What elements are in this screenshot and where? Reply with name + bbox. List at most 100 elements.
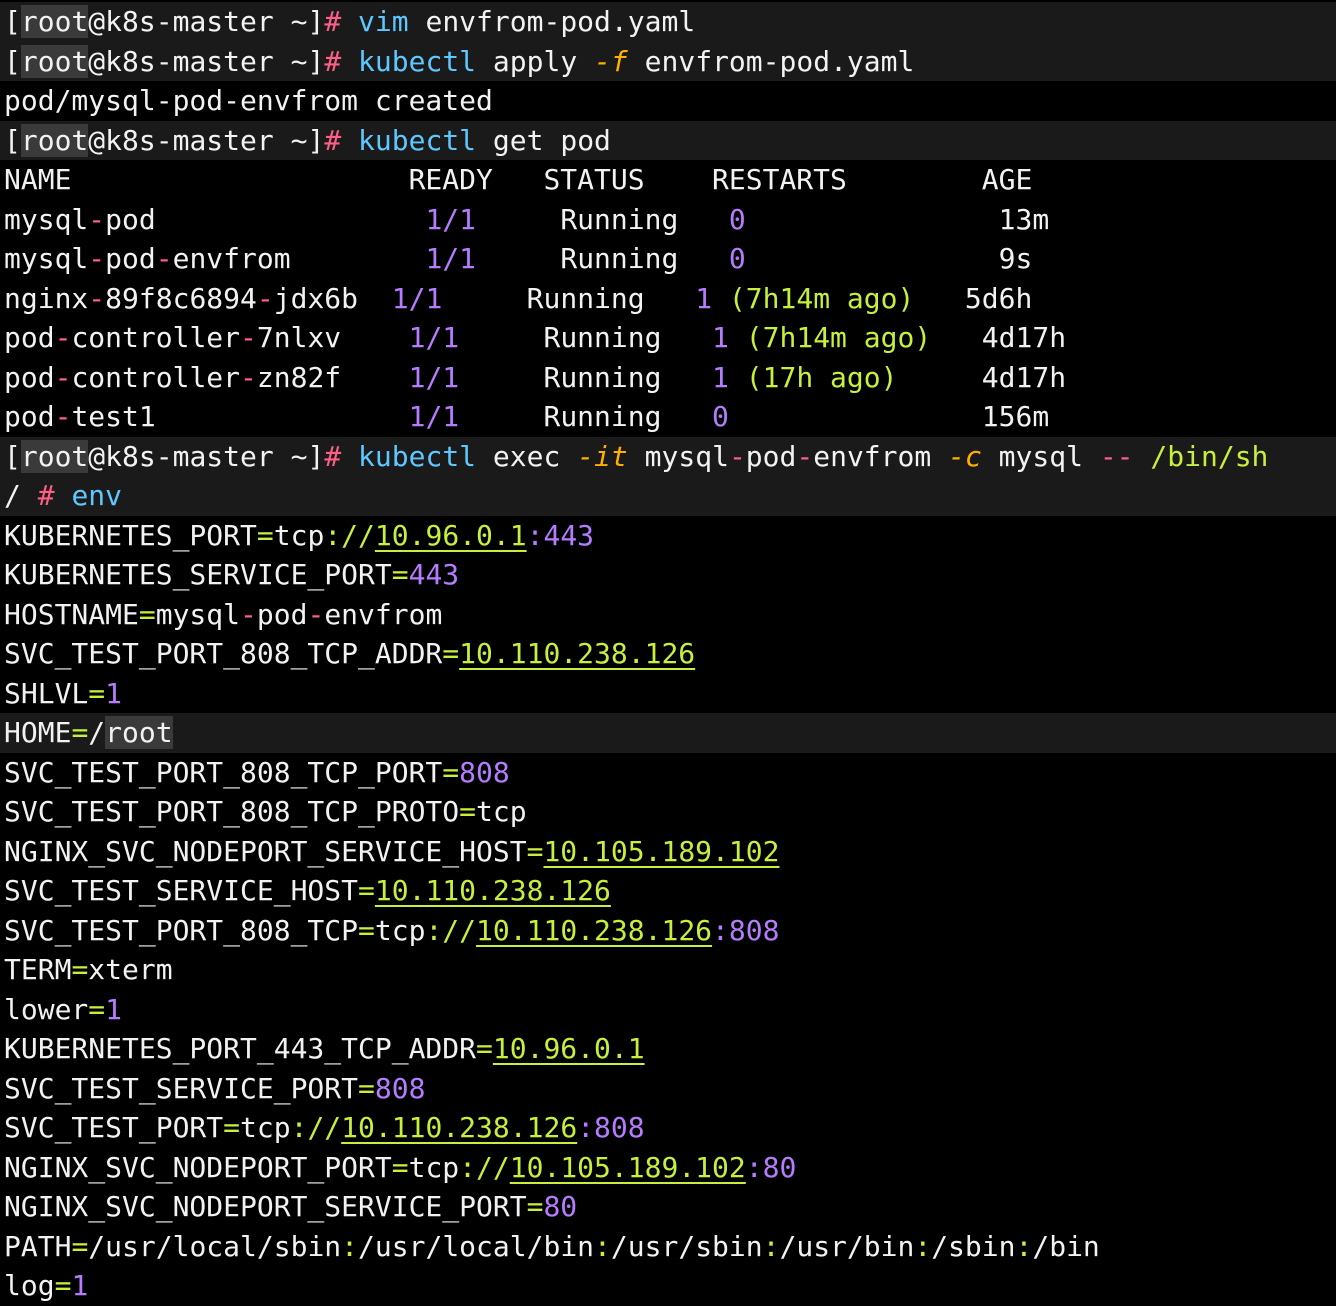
terminal-text-segment: SVC_TEST_SERVICE_HOST <box>4 874 359 907</box>
terminal-text-segment: pod <box>105 202 426 236</box>
terminal-text-segment: 0 <box>728 242 746 275</box>
terminal-text-segment: 10.96.0.1 <box>492 1032 645 1065</box>
terminal-prompt-line: / # env <box>0 476 1336 516</box>
terminal-text-segment: SHLVL <box>4 676 89 710</box>
terminal-text-segment: - <box>240 360 257 394</box>
terminal-text-segment: - <box>88 281 106 315</box>
terminal-output-line: log=1 <box>0 1266 1336 1306</box>
terminal-text-segment: env <box>71 479 123 512</box>
terminal-text-segment: controller <box>71 321 241 354</box>
terminal-text-segment: 1 <box>712 321 729 354</box>
terminal-text-segment: 89f8c6894 <box>105 281 257 315</box>
terminal-text-segment: 1 <box>105 676 123 710</box>
terminal-text-segment: SVC_TEST_PORT_808_TCP_PORT <box>4 755 443 789</box>
terminal-text-segment: 10.96.0.1 <box>374 518 527 552</box>
terminal-text-segment: = <box>391 558 409 591</box>
terminal-text-segment: Running <box>459 321 713 354</box>
terminal-text-segment: PATH <box>4 1229 72 1263</box>
terminal-text-segment: - <box>155 242 173 275</box>
terminal-prompt-line: [root@k8s-master ~]# kubectl apply -f en… <box>0 41 1336 81</box>
terminal-text-segment: 10.105.189.102 <box>543 834 780 868</box>
terminal-text-segment: 1/1 <box>408 321 460 354</box>
terminal-text-segment: Running <box>459 360 713 394</box>
terminal-text-segment: - <box>307 597 325 631</box>
terminal-text-segment: 4d17h <box>897 360 1067 394</box>
terminal-text-segment: : <box>1015 1229 1033 1263</box>
terminal-text-segment: @k8s-master ~] <box>88 123 325 157</box>
terminal-text-segment: root <box>20 5 89 38</box>
terminal-text-segment: SVC_TEST_SERVICE_PORT <box>4 1071 359 1105</box>
terminal-text-segment: mysql <box>4 202 89 236</box>
terminal-text-segment: = <box>442 755 460 789</box>
terminal-prompt-line: [root@k8s-master ~]# kubectl exec -it my… <box>0 436 1336 476</box>
terminal-text-segment: root <box>20 44 89 78</box>
terminal-text-segment: [ <box>4 44 21 78</box>
terminal-text-segment: = <box>459 795 477 828</box>
terminal-text-segment: tcp <box>408 1150 460 1184</box>
terminal-text-segment: (7h14m ago) <box>728 281 915 315</box>
terminal-text-segment: # <box>324 44 342 78</box>
terminal-text-segment: - <box>54 321 72 354</box>
terminal-text-segment: tcp <box>374 913 426 947</box>
terminal-text-segment: = <box>223 1111 241 1144</box>
terminal-text-segment: = <box>391 1150 409 1184</box>
terminal-text-segment: @k8s-master ~] <box>88 439 325 473</box>
terminal-text-segment: root <box>105 716 173 749</box>
terminal-text-segment: - <box>240 597 257 631</box>
terminal-text-segment: 808 <box>374 1071 426 1105</box>
terminal-text-segment: /bin <box>1032 1229 1100 1263</box>
terminal-text-segment: Running <box>442 281 696 315</box>
terminal-text-segment: NGINX_SVC_NODEPORT_SERVICE_HOST <box>4 834 527 868</box>
terminal-output-line: mysql-pod 1/1 Running 0 13m <box>0 200 1336 240</box>
terminal-text-segment: - <box>796 439 814 473</box>
terminal-text-segment: Running <box>476 202 729 236</box>
terminal-text-segment: controller <box>71 360 241 394</box>
terminal-text-segment: -- <box>1099 439 1134 473</box>
terminal-text-segment: - <box>728 439 746 473</box>
terminal-text-segment: -it <box>577 439 628 473</box>
terminal-text-segment: 1/1 <box>391 281 443 315</box>
terminal-text-segment: get pod <box>476 123 611 157</box>
terminal-output-line: pod-controller-7nlxv 1/1 Running 1 (7h14… <box>0 318 1336 358</box>
terminal-text-segment: kubectl <box>358 439 477 473</box>
terminal-text-segment: SVC_TEST_PORT_808_TCP_ADDR <box>4 637 443 670</box>
terminal-text-segment: 1 <box>712 360 729 394</box>
terminal-output-line: SVC_TEST_PORT_808_TCP_PORT=808 <box>0 753 1336 793</box>
terminal-output-line: SVC_TEST_PORT=tcp://10.110.238.126:808 <box>0 1108 1336 1148</box>
terminal-text-segment: = <box>476 1032 493 1065</box>
terminal-text-segment: 5d6h <box>914 281 1033 315</box>
terminal-output-line: NGINX_SVC_NODEPORT_PORT=tcp://10.105.189… <box>0 1148 1336 1188</box>
terminal-text-segment: nginx <box>4 281 89 315</box>
terminal-text-segment: test1 <box>71 400 409 433</box>
terminal-text-segment: /sbin <box>931 1229 1016 1263</box>
terminal-text-segment: Running <box>459 400 713 433</box>
terminal-text-segment: mysql <box>155 597 241 631</box>
terminal-text-segment: 10.110.238.126 <box>459 637 696 670</box>
terminal-prompt-line: [root@k8s-master ~]# vim envfrom-pod.yam… <box>0 2 1336 42</box>
terminal-text-segment: mysql <box>4 242 89 275</box>
terminal-text-segment: kubectl <box>358 123 477 157</box>
terminal-text-segment: KUBERNETES_SERVICE_PORT <box>4 558 392 591</box>
terminal-output-line: KUBERNETES_PORT=tcp://10.96.0.1:443 <box>0 516 1336 556</box>
terminal-text-segment: tcp <box>476 795 527 828</box>
terminal-output-line: PATH=/usr/local/sbin:/usr/local/bin:/usr… <box>0 1227 1336 1267</box>
terminal-text-segment: /usr/sbin <box>610 1229 763 1263</box>
terminal-output-line: NGINX_SVC_NODEPORT_SERVICE_PORT=80 <box>0 1187 1336 1227</box>
terminal-text-segment: /usr/local/bin <box>358 1229 595 1263</box>
terminal-text-segment: = <box>71 1229 89 1263</box>
terminal-output-line: KUBERNETES_SERVICE_PORT=443 <box>0 555 1336 595</box>
terminal-output-line: TERM=xterm <box>0 950 1336 990</box>
terminal-text-segment: - <box>54 400 72 433</box>
terminal-text-segment: tcp <box>273 518 325 552</box>
terminal-text-segment: SVC_TEST_PORT_808_TCP_PROTO <box>4 795 460 828</box>
terminal-text-segment: 0 <box>712 400 729 433</box>
terminal-text-segment: envfrom-pod.yaml <box>408 5 696 38</box>
terminal-text-segment: NAME READY STATUS RESTARTS AGE <box>4 163 1033 196</box>
terminal-text-segment: KUBERNETES_PORT_443_TCP_ADDR <box>4 1032 477 1065</box>
terminal-window[interactable]: [root@k8s-master ~]# vim envfrom-pod.yam… <box>0 0 1336 1302</box>
terminal-text-segment: HOME <box>4 716 72 749</box>
terminal-text-segment: : <box>341 1229 359 1263</box>
terminal-text-segment: vim <box>358 5 409 38</box>
terminal-text-segment: envfrom <box>324 597 443 631</box>
